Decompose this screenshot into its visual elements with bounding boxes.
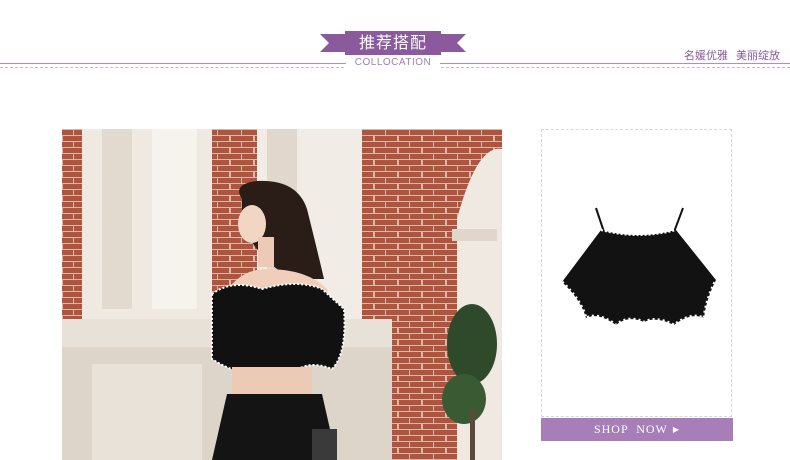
slogan: 名媛优雅 美丽绽放 <box>684 47 780 63</box>
section-title-text: 推荐搭配 <box>345 31 441 55</box>
ribbon-left-icon <box>320 34 346 52</box>
play-arrow-icon: ▶ <box>672 425 681 434</box>
section-title: 推荐搭配 <box>320 31 466 55</box>
model-photo-image <box>62 129 502 460</box>
model-photo <box>62 129 502 460</box>
black-crop-top-product-icon <box>560 207 718 327</box>
slogan-part-1: 名媛优雅 <box>684 49 728 62</box>
section-subtitle: COLLOCATION <box>346 56 440 70</box>
shop-now-button[interactable]: SHOP NOW ▶ <box>541 418 733 441</box>
product-card[interactable] <box>541 129 732 417</box>
shop-now-label: SHOP NOW <box>593 422 668 436</box>
ribbon-right-icon <box>440 34 466 52</box>
slogan-part-2: 美丽绽放 <box>736 49 780 62</box>
